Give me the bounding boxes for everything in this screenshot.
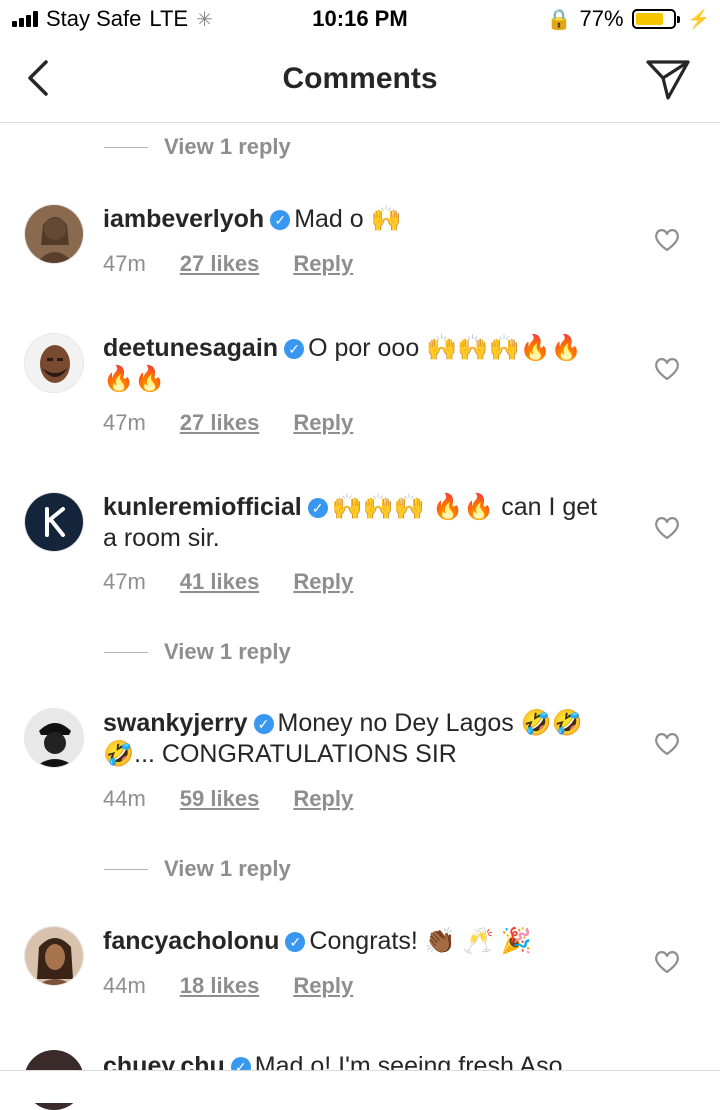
reply-link[interactable]: Reply xyxy=(293,410,353,436)
avatar[interactable] xyxy=(24,492,84,552)
view-replies-button[interactable]: View 1 reply xyxy=(104,639,291,665)
view-replies-button[interactable]: View 1 reply xyxy=(104,856,291,882)
view-replies-button[interactable]: View 1 reply xyxy=(104,134,291,160)
status-bar: Stay Safe LTE ✳ 10:16 PM 🔒 77% ⚡ xyxy=(0,0,720,38)
reply-link[interactable]: Reply xyxy=(293,569,353,595)
charging-icon: ⚡ xyxy=(687,8,710,29)
comment-meta: 47m 27 likes Reply xyxy=(103,410,353,436)
comment-time: 44m xyxy=(103,786,146,811)
view-replies-label: View 1 reply xyxy=(164,639,291,664)
likes-count-link[interactable]: 59 likes xyxy=(180,786,260,812)
comment-text: fancyacholonu ✓ Congrats! 👏🏾 🥂 🎉 xyxy=(103,926,603,957)
divider xyxy=(104,868,148,870)
view-replies-label: View 1 reply xyxy=(164,856,291,881)
header: Comments xyxy=(0,38,720,123)
avatar[interactable] xyxy=(24,204,84,264)
comment-text: iambeverlyoh ✓ Mad o 🙌 xyxy=(103,204,603,235)
like-heart-icon[interactable] xyxy=(654,516,680,540)
likes-count-link[interactable]: 27 likes xyxy=(180,410,260,436)
battery-icon xyxy=(631,9,680,29)
likes-count-link[interactable]: 27 likes xyxy=(180,251,260,277)
divider xyxy=(104,146,148,148)
comment-text: swankyjerry ✓ Money no Dey Lagos 🤣🤣🤣... CO… xyxy=(103,708,603,770)
view-replies-label: View 1 reply xyxy=(164,134,291,159)
comment-text: kunleremiofficial ✓ 🙌🙌🙌 🔥🔥 can I get a roo… xyxy=(103,492,603,554)
verified-badge-icon: ✓ xyxy=(253,714,274,734)
comment-username[interactable]: iambeverlyoh xyxy=(103,205,264,233)
like-heart-icon[interactable] xyxy=(654,732,680,756)
like-heart-icon[interactable] xyxy=(654,228,680,252)
comment-time: 47m xyxy=(103,569,146,594)
like-heart-icon[interactable] xyxy=(654,357,680,381)
comment-time: 44m xyxy=(103,973,146,998)
verified-badge-icon: ✓ xyxy=(284,339,305,359)
avatar[interactable] xyxy=(24,333,84,393)
comment-username[interactable]: fancyacholonu xyxy=(103,927,279,955)
emoji-quick-bar xyxy=(0,1070,720,1103)
likes-count-link[interactable]: 18 likes xyxy=(180,973,260,999)
verified-badge-icon: ✓ xyxy=(307,498,328,518)
verified-badge-icon: ✓ xyxy=(270,210,291,230)
comment-time: 47m xyxy=(103,251,146,276)
likes-count-link[interactable]: 41 likes xyxy=(180,569,260,595)
reply-link[interactable]: Reply xyxy=(293,973,353,999)
comment-username[interactable]: deetunesagain xyxy=(103,334,278,362)
like-heart-icon[interactable] xyxy=(654,950,680,974)
comment-message: Congrats! 👏🏾 🥂 🎉 xyxy=(309,927,533,955)
comment-meta: 44m 18 likes Reply xyxy=(103,973,353,999)
comment-meta: 47m 27 likes Reply xyxy=(103,251,353,277)
reply-link[interactable]: Reply xyxy=(293,786,353,812)
direct-send-icon[interactable] xyxy=(644,56,692,102)
avatar[interactable] xyxy=(24,926,84,986)
comment-time: 47m xyxy=(103,410,146,435)
avatar[interactable] xyxy=(24,708,84,768)
comment-username[interactable]: kunleremiofficial xyxy=(103,493,302,521)
page-title: Comments xyxy=(282,62,438,95)
comment-meta: 44m 59 likes Reply xyxy=(103,786,353,812)
comment-meta: 47m 41 likes Reply xyxy=(103,569,353,595)
comment-text: deetunesagain ✓ O por ooo 🙌🙌🙌🔥🔥🔥🔥 xyxy=(103,333,603,395)
comment-username[interactable]: swankyjerry xyxy=(103,709,248,737)
orientation-lock-icon: 🔒 xyxy=(546,8,572,31)
divider xyxy=(104,651,148,653)
battery-percent: 77% xyxy=(579,6,624,31)
reply-link[interactable]: Reply xyxy=(293,251,353,277)
comment-message: Mad o 🙌 xyxy=(294,205,402,233)
verified-badge-icon: ✓ xyxy=(285,932,306,952)
